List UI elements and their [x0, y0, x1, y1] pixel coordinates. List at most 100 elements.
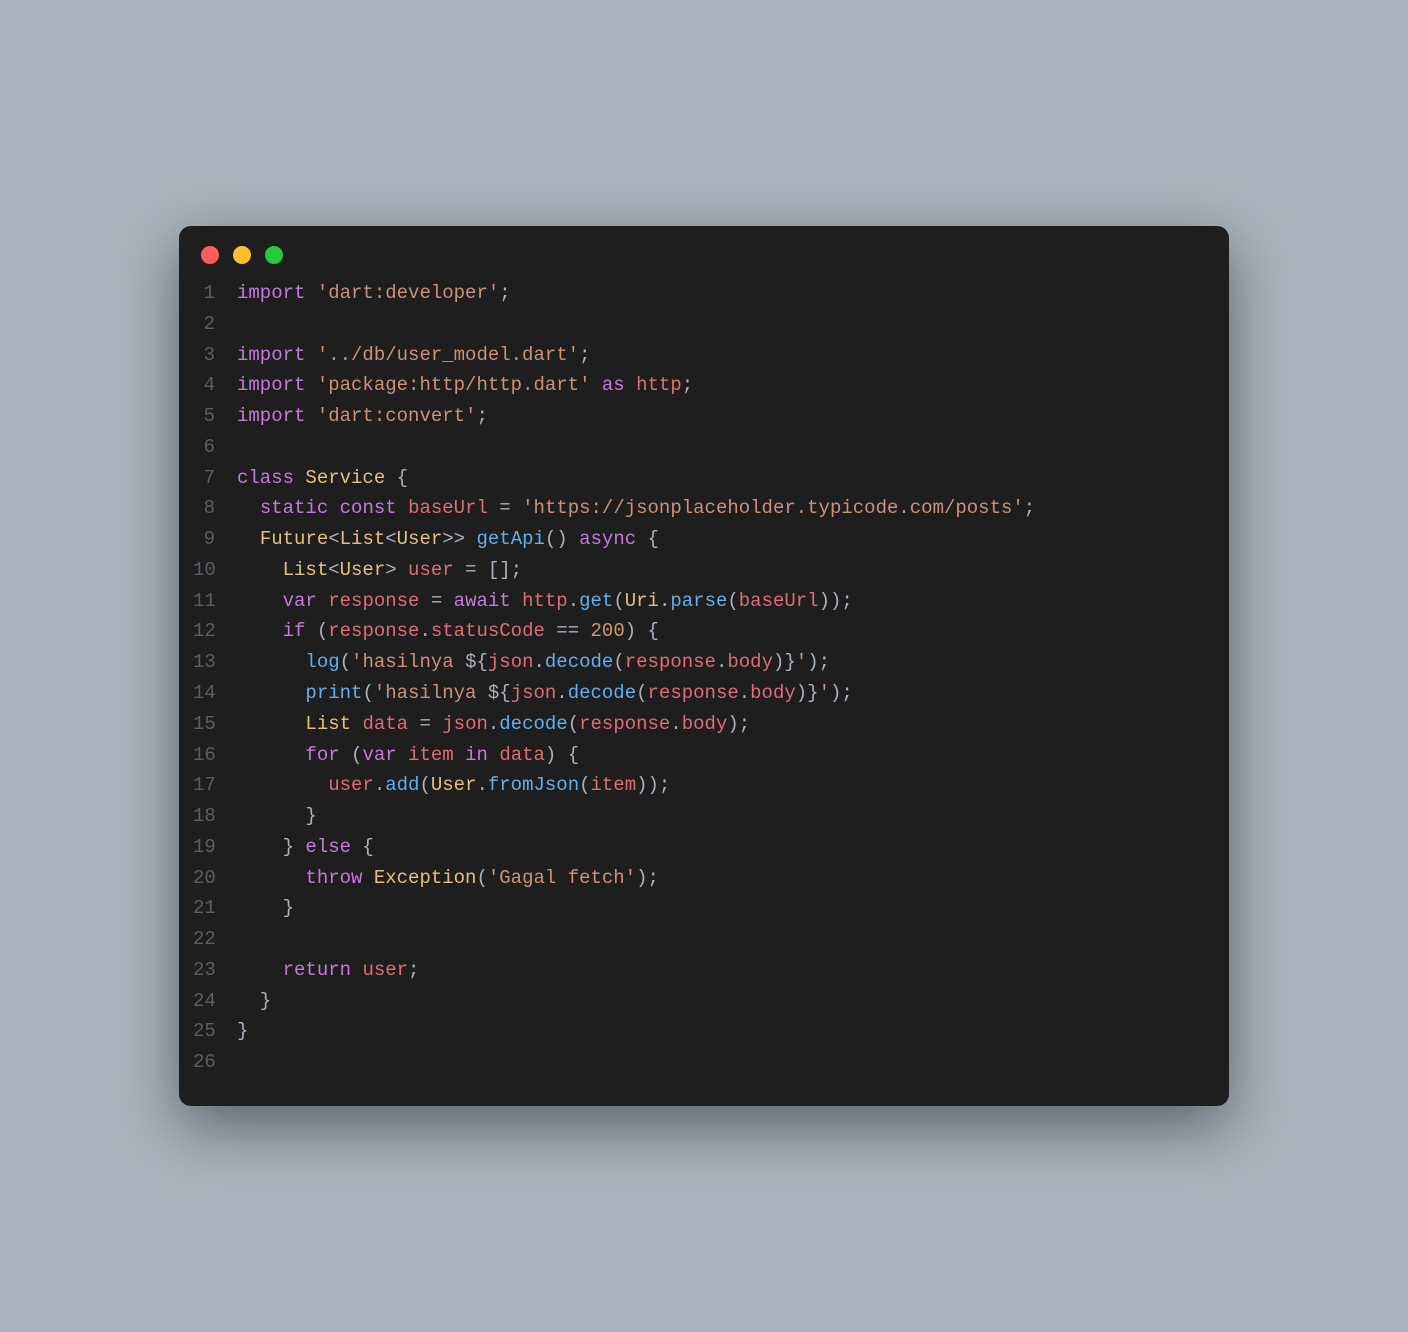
- code-line[interactable]: 21 }: [193, 893, 1207, 924]
- token-pun: );: [807, 651, 830, 673]
- token-op: =: [419, 713, 430, 735]
- code-line[interactable]: 22: [193, 924, 1207, 955]
- token-pun: [579, 620, 590, 642]
- line-number: 19: [193, 832, 237, 863]
- code-line[interactable]: 18 }: [193, 801, 1207, 832]
- token-id: response: [625, 651, 716, 673]
- token-id: response: [648, 682, 739, 704]
- code-editor[interactable]: 1import 'dart:developer';2 3import '../d…: [179, 272, 1229, 1078]
- token-pun: [397, 744, 408, 766]
- code-content[interactable]: log('hasilnya ${json.decode(response.bod…: [237, 647, 1207, 678]
- token-pun: ;: [579, 344, 590, 366]
- minimize-icon[interactable]: [233, 246, 251, 264]
- code-line[interactable]: 24 }: [193, 986, 1207, 1017]
- zoom-icon[interactable]: [265, 246, 283, 264]
- code-content[interactable]: print('hasilnya ${json.decode(response.b…: [237, 678, 1207, 709]
- token-pun: [351, 713, 362, 735]
- code-line[interactable]: 4import 'package:http/http.dart' as http…: [193, 370, 1207, 401]
- token-typ: Uri: [625, 590, 659, 612]
- code-line[interactable]: 25}: [193, 1016, 1207, 1047]
- code-content[interactable]: import '../db/user_model.dart';: [237, 340, 1207, 371]
- token-pun: .: [534, 651, 545, 673]
- code-line[interactable]: 19 } else {: [193, 832, 1207, 863]
- code-line[interactable]: 8 static const baseUrl = 'https://jsonpl…: [193, 493, 1207, 524]
- token-typ: List: [283, 559, 329, 581]
- code-line[interactable]: 10 List<User> user = [];: [193, 555, 1207, 586]
- code-content[interactable]: import 'package:http/http.dart' as http;: [237, 370, 1207, 401]
- code-line[interactable]: 7class Service {: [193, 463, 1207, 494]
- token-id: response: [579, 713, 670, 735]
- token-pun: (: [305, 620, 328, 642]
- code-line[interactable]: 20 throw Exception('Gagal fetch');: [193, 863, 1207, 894]
- token-typ: Future: [260, 528, 328, 550]
- token-pun: [305, 282, 316, 304]
- token-pun: [305, 374, 316, 396]
- code-line[interactable]: 14 print('hasilnya ${json.decode(respons…: [193, 678, 1207, 709]
- line-number: 6: [193, 432, 237, 463]
- token-pun: (: [613, 651, 624, 673]
- close-icon[interactable]: [201, 246, 219, 264]
- code-line[interactable]: 13 log('hasilnya ${json.decode(response.…: [193, 647, 1207, 678]
- code-content[interactable]: user.add(User.fromJson(item));: [237, 770, 1207, 801]
- line-number: 13: [193, 647, 237, 678]
- code-content[interactable]: [237, 432, 1207, 463]
- code-line[interactable]: 15 List data = json.decode(response.body…: [193, 709, 1207, 740]
- code-line[interactable]: 12 if (response.statusCode == 200) {: [193, 616, 1207, 647]
- line-number: 8: [193, 493, 237, 524]
- code-content[interactable]: import 'dart:convert';: [237, 401, 1207, 432]
- line-number: 4: [193, 370, 237, 401]
- code-line[interactable]: 9 Future<List<User>> getApi() async {: [193, 524, 1207, 555]
- token-pun: {: [351, 836, 374, 858]
- code-content[interactable]: if (response.statusCode == 200) {: [237, 616, 1207, 647]
- token-id: user: [362, 959, 408, 981]
- code-content[interactable]: [237, 1047, 1207, 1078]
- code-content[interactable]: Future<List<User>> getApi() async {: [237, 524, 1207, 555]
- code-content[interactable]: }: [237, 1016, 1207, 1047]
- code-content[interactable]: }: [237, 801, 1207, 832]
- code-content[interactable]: }: [237, 893, 1207, 924]
- code-content[interactable]: [237, 309, 1207, 340]
- token-pun: [419, 590, 430, 612]
- code-content[interactable]: }: [237, 986, 1207, 1017]
- token-pun: .: [374, 774, 385, 796]
- token-typ: Service: [305, 467, 385, 489]
- code-content[interactable]: return user;: [237, 955, 1207, 986]
- code-line[interactable]: 26: [193, 1047, 1207, 1078]
- code-content[interactable]: class Service {: [237, 463, 1207, 494]
- code-line[interactable]: 16 for (var item in data) {: [193, 740, 1207, 771]
- code-content[interactable]: List data = json.decode(response.body);: [237, 709, 1207, 740]
- code-content[interactable]: List<User> user = [];: [237, 555, 1207, 586]
- token-kw: import: [237, 374, 305, 396]
- window-titlebar: [179, 226, 1229, 272]
- code-content[interactable]: for (var item in data) {: [237, 740, 1207, 771]
- token-pun: [454, 744, 465, 766]
- token-pun: }: [237, 805, 317, 827]
- token-id: baseUrl: [408, 497, 488, 519]
- token-str: 'https://jsonplaceholder.typicode.com/po…: [522, 497, 1024, 519]
- token-pun: ) {: [625, 620, 659, 642]
- token-pun: [511, 590, 522, 612]
- code-line[interactable]: 5import 'dart:convert';: [193, 401, 1207, 432]
- token-pun: ${: [465, 651, 488, 673]
- token-pun: [294, 467, 305, 489]
- token-kw: var: [362, 744, 396, 766]
- code-content[interactable]: import 'dart:developer';: [237, 278, 1207, 309]
- token-id: data: [499, 744, 545, 766]
- code-content[interactable]: static const baseUrl = 'https://jsonplac…: [237, 493, 1207, 524]
- code-content[interactable]: var response = await http.get(Uri.parse(…: [237, 586, 1207, 617]
- code-line[interactable]: 1import 'dart:developer';: [193, 278, 1207, 309]
- code-content[interactable]: [237, 924, 1207, 955]
- code-line[interactable]: 11 var response = await http.get(Uri.par…: [193, 586, 1207, 617]
- token-typ: User: [431, 774, 477, 796]
- code-content[interactable]: throw Exception('Gagal fetch');: [237, 863, 1207, 894]
- token-pun: [237, 744, 305, 766]
- code-line[interactable]: 17 user.add(User.fromJson(item));: [193, 770, 1207, 801]
- code-line[interactable]: 6: [193, 432, 1207, 463]
- code-line[interactable]: 3import '../db/user_model.dart';: [193, 340, 1207, 371]
- line-number: 7: [193, 463, 237, 494]
- code-content[interactable]: } else {: [237, 832, 1207, 863]
- token-pun: [237, 713, 305, 735]
- token-str: 'hasilnya: [351, 651, 465, 673]
- code-line[interactable]: 2: [193, 309, 1207, 340]
- code-line[interactable]: 23 return user;: [193, 955, 1207, 986]
